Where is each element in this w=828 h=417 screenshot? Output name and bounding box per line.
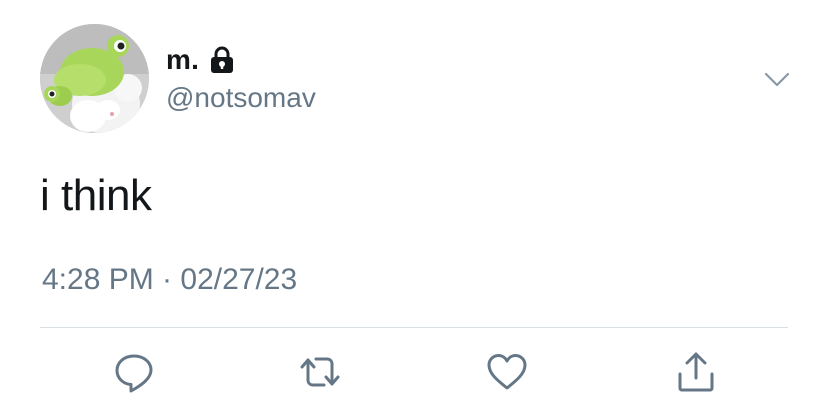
divider <box>40 327 788 328</box>
frog-hat-plush-avatar <box>40 24 149 133</box>
reply-button[interactable] <box>112 350 156 394</box>
share-icon <box>678 352 714 392</box>
tweet-timestamp[interactable]: 4:28 PM · 02/27/23 <box>42 263 297 297</box>
chevron-down-icon[interactable] <box>760 62 794 96</box>
author-name-row: m. <box>166 42 235 78</box>
share-button[interactable] <box>674 350 718 394</box>
reply-icon <box>115 354 153 393</box>
display-name[interactable]: m. <box>166 44 199 76</box>
retweet-icon <box>300 357 340 387</box>
like-button[interactable] <box>485 350 529 394</box>
retweet-button[interactable] <box>298 350 342 394</box>
heart-icon <box>487 354 527 390</box>
tweet-card: m. @notsomav i think 4:28 PM · 02/27/23 <box>0 0 828 417</box>
lock-icon <box>209 45 235 75</box>
avatar[interactable] <box>40 24 149 133</box>
user-handle[interactable]: @notsomav <box>166 82 316 114</box>
tweet-text: i think <box>40 171 152 220</box>
